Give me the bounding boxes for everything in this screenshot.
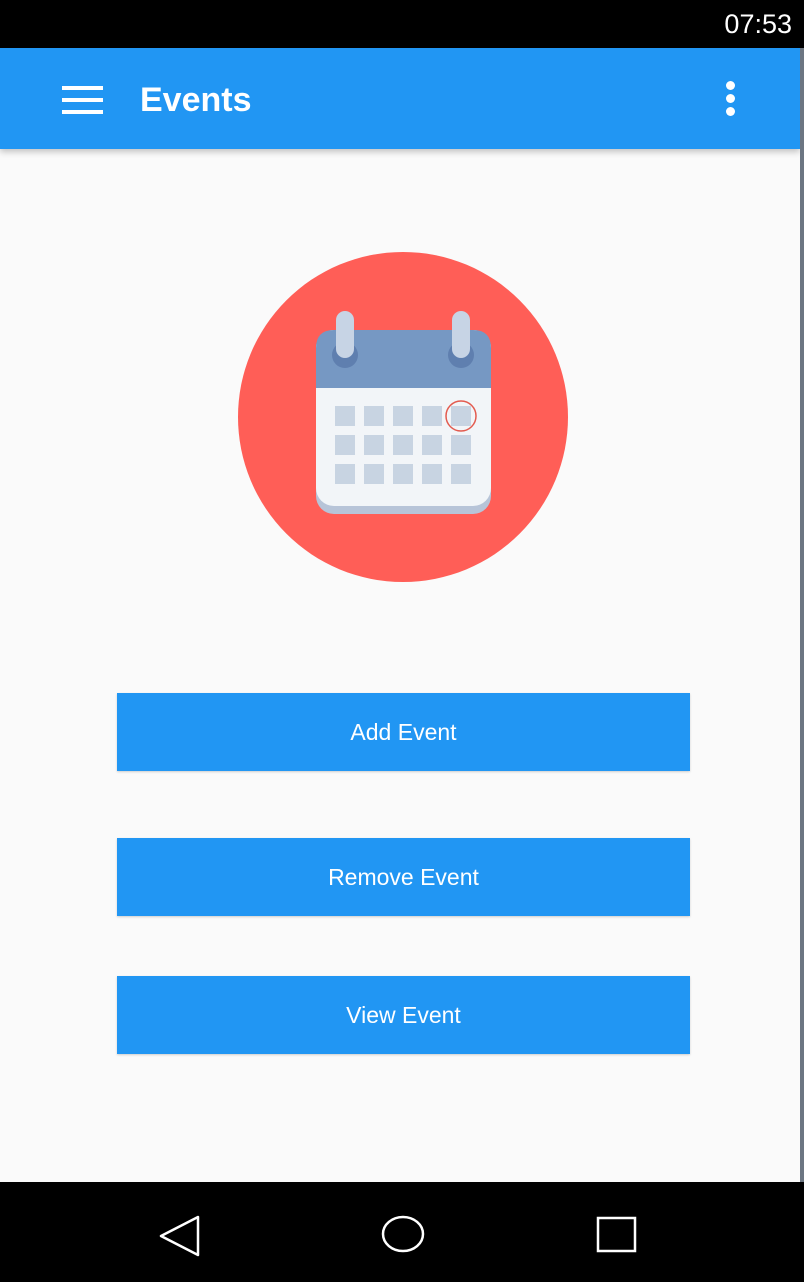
screen-edge <box>800 48 804 1182</box>
calendar-icon <box>238 252 568 582</box>
events-screen: 07:53 Events Add Event Remove Event View… <box>0 0 804 1282</box>
left-calendar-ring <box>336 311 354 358</box>
add-event-button[interactable]: Add Event <box>117 693 690 771</box>
calendar-date-cell <box>393 435 413 455</box>
calendar-date-cell <box>393 464 413 484</box>
calendar-date-cell <box>422 464 442 484</box>
app-bar: Events <box>0 48 800 149</box>
recents-icon[interactable] <box>595 1215 639 1255</box>
page-title: Events <box>140 81 252 119</box>
calendar-date-cell <box>422 406 442 426</box>
calendar-date-cell <box>335 406 355 426</box>
calendar-date-cell <box>422 435 442 455</box>
menu-icon[interactable] <box>52 74 112 126</box>
calendar-date-cell <box>451 435 471 455</box>
calendar-date-cell <box>335 464 355 484</box>
more-vert-icon[interactable] <box>712 72 750 126</box>
calendar-date-cell <box>451 464 471 484</box>
view-event-button[interactable]: View Event <box>117 976 690 1054</box>
home-icon[interactable] <box>380 1215 426 1255</box>
right-calendar-ring <box>452 311 470 358</box>
calendar-date-cell <box>335 435 355 455</box>
calendar-date-cell <box>364 406 384 426</box>
calendar-date-cell <box>393 406 413 426</box>
status-bar: 07:53 <box>0 0 804 48</box>
calendar-date-cell <box>451 406 471 426</box>
back-icon[interactable] <box>157 1214 203 1258</box>
status-time: 07:53 <box>724 9 792 39</box>
calendar-date-cell <box>364 435 384 455</box>
remove-event-button[interactable]: Remove Event <box>117 838 690 916</box>
navigation-bar <box>0 1182 804 1282</box>
calendar-date-cell <box>364 464 384 484</box>
